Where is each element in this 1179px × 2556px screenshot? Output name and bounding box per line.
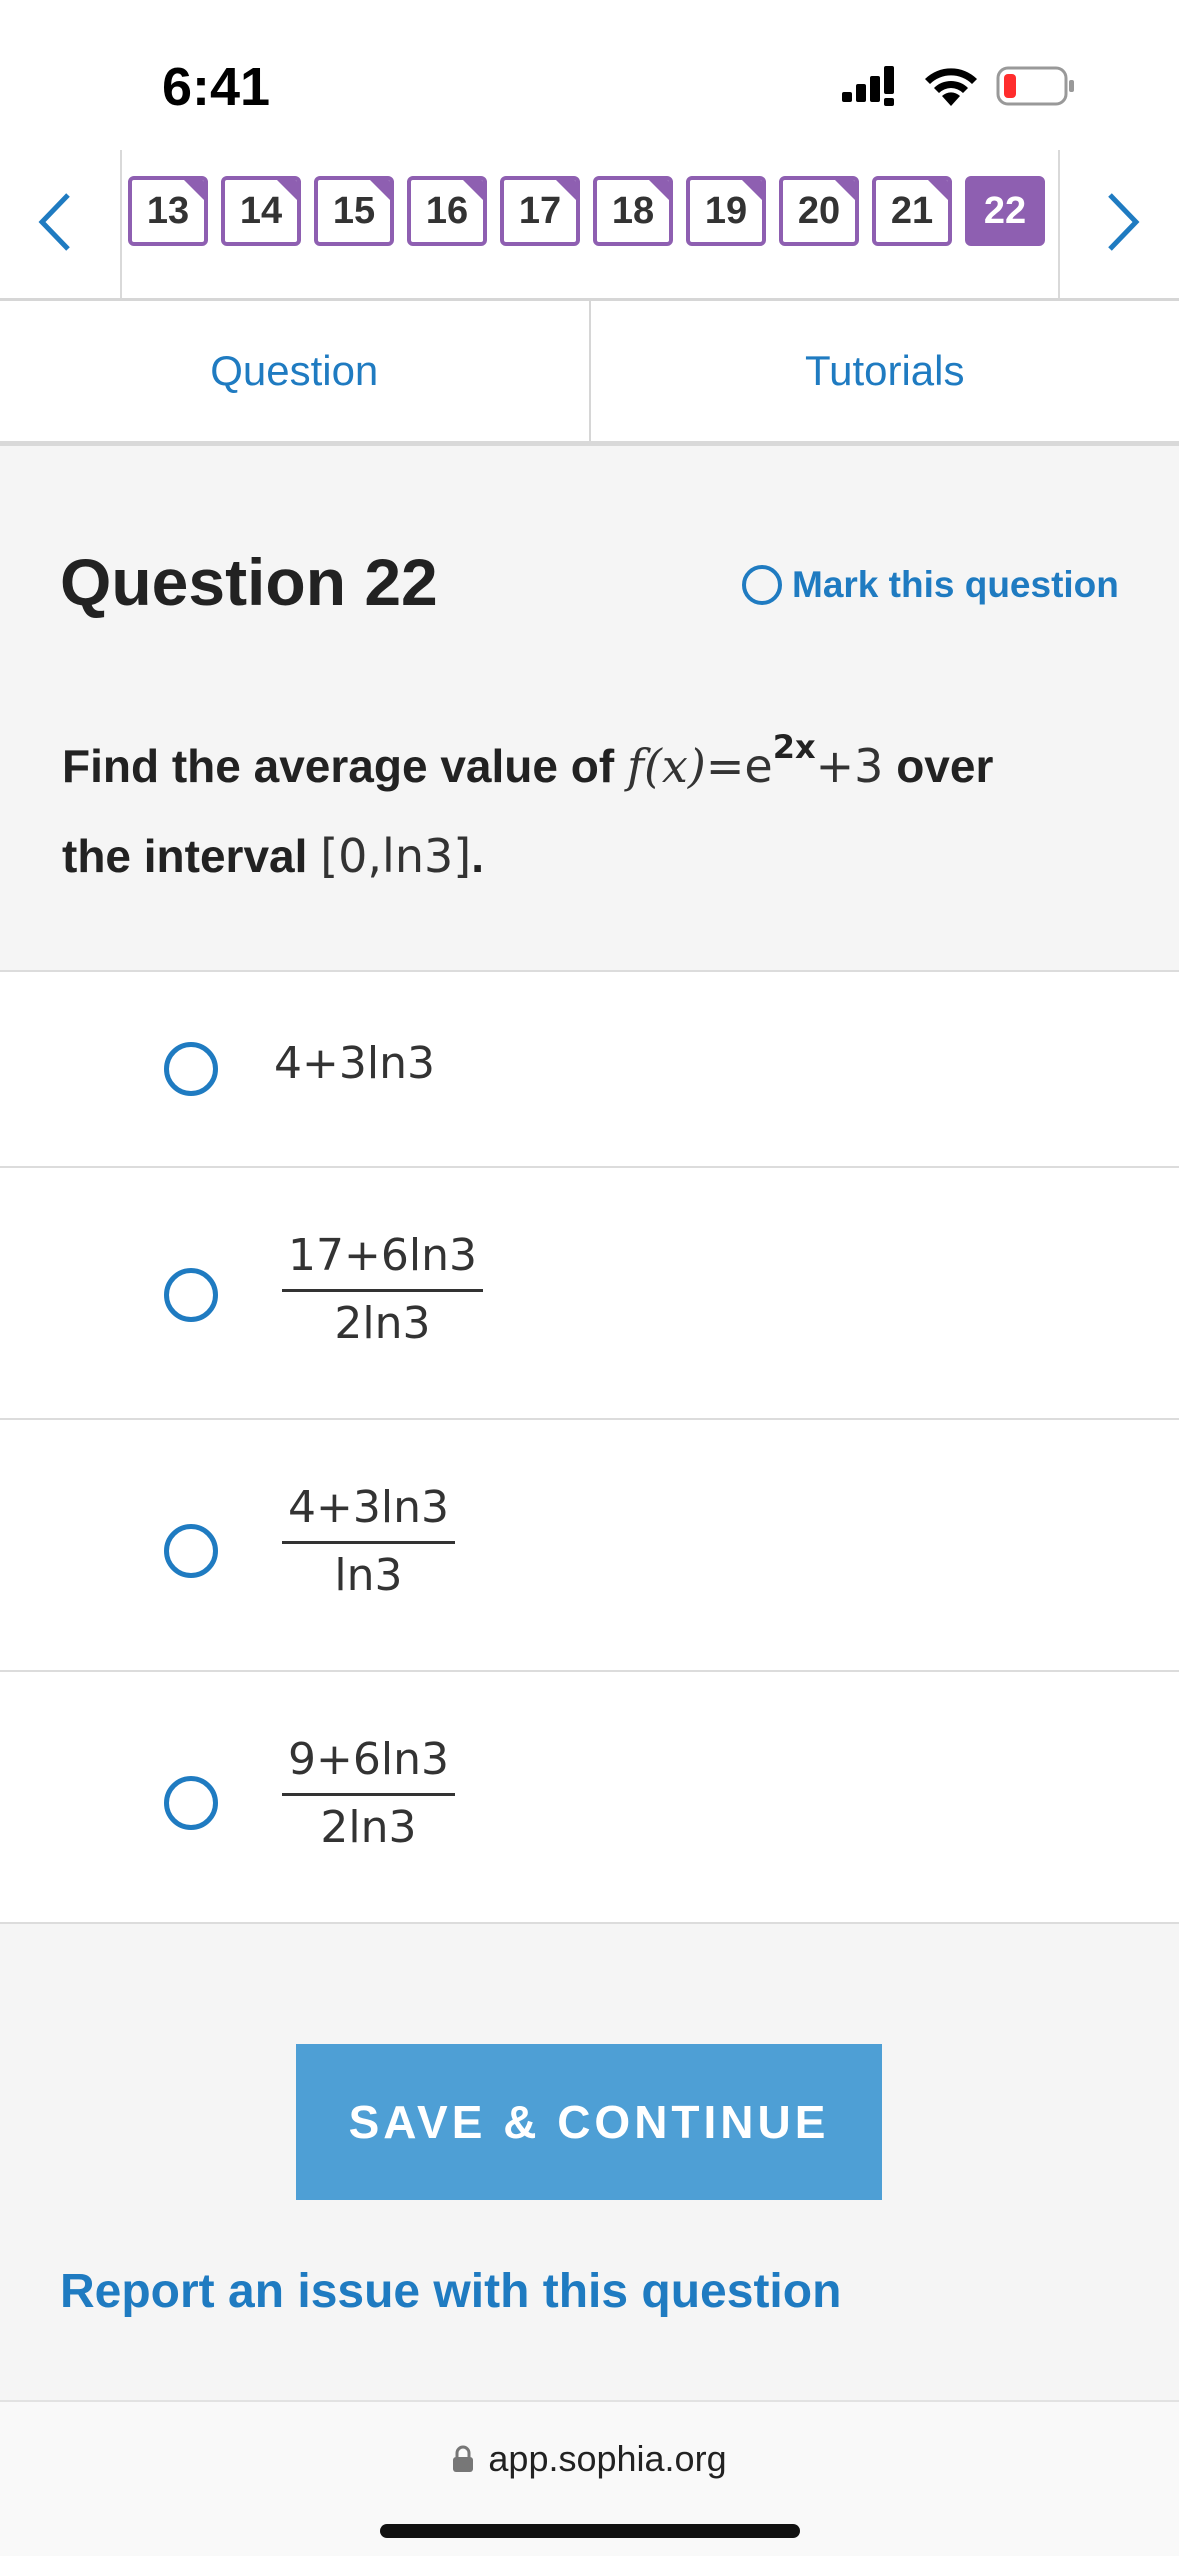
previous-arrow-icon[interactable] [24,174,84,270]
question-title: Question 22 [60,545,438,619]
answer-option-3[interactable]: 4+3ln3 ln3 [0,1420,1179,1672]
option-1-text: 4+3ln3 [274,1038,435,1089]
question-header: Question 22 Mark this question Find the … [0,446,1179,972]
question-text-prefix: Find the average value of [62,740,615,792]
url-text: app.sophia.org [488,2438,727,2479]
browser-url-bar: app.sophia.org [0,2402,1179,2556]
question-text-line2: the interval [62,830,308,882]
math-function: f(x) [626,739,706,793]
question-text-mid: over [896,740,994,792]
question-number-15[interactable]: 15 [314,176,394,246]
mark-question-label: Mark this question [792,564,1119,605]
tab-question[interactable]: Question [0,301,589,441]
wifi-icon [925,68,977,106]
math-plus-three: +3 [815,739,884,793]
question-period: . [471,830,484,882]
question-number-18[interactable]: 18 [593,176,673,246]
lock-icon [453,2445,474,2472]
question-number-22-active[interactable]: 22 [965,176,1045,246]
mark-circle-icon [742,565,782,605]
radio-button[interactable] [164,1776,218,1830]
save-continue-button[interactable]: SAVE & CONTINUE [296,2044,882,2200]
fraction-denominator: ln3 [334,1550,403,1601]
math-equals: = [705,739,745,793]
option-2-fraction: 17+6ln3 2ln3 [282,1230,483,1349]
status-time: 6:41 [162,57,271,117]
question-number-strip: 13 14 15 16 17 18 19 20 21 22 [120,150,1060,298]
math-interval: [0,ln3] [320,829,472,883]
math-exponent: 2x [772,728,816,766]
question-number-13[interactable]: 13 [128,176,208,246]
question-footer: SAVE & CONTINUE Report an issue with thi… [0,1924,1179,2402]
fraction-numerator: 4+3ln3 [282,1482,455,1544]
fraction-denominator: 2ln3 [320,1802,417,1853]
fraction-numerator: 17+6ln3 [282,1230,483,1292]
answer-option-1[interactable]: 4+3ln3 [0,972,1179,1168]
answer-option-4[interactable]: 9+6ln3 2ln3 [0,1672,1179,1924]
answer-option-2[interactable]: 17+6ln3 2ln3 [0,1168,1179,1420]
question-number-21[interactable]: 21 [872,176,952,246]
option-3-fraction: 4+3ln3 ln3 [282,1482,455,1601]
home-indicator[interactable] [380,2524,800,2538]
report-issue-link[interactable]: Report an issue with this question [60,2264,841,2319]
mark-question-button[interactable]: Mark this question [742,564,1119,606]
radio-button[interactable] [164,1268,218,1322]
question-number-19[interactable]: 19 [686,176,766,246]
question-number-20[interactable]: 20 [779,176,859,246]
cellular-signal-icon [842,66,894,106]
option-4-fraction: 9+6ln3 2ln3 [282,1734,455,1853]
battery-icon [996,66,1074,106]
url-display[interactable]: app.sophia.org [0,2438,1179,2480]
fraction-denominator: 2ln3 [334,1298,431,1349]
question-navigator: 13 14 15 16 17 18 19 20 21 22 [0,150,1179,298]
question-number-16[interactable]: 16 [407,176,487,246]
question-number-14[interactable]: 14 [221,176,301,246]
math-base: e [744,739,773,793]
next-arrow-icon[interactable] [1094,174,1154,270]
tab-tutorials[interactable]: Tutorials [588,301,1179,441]
tab-bar: Question Tutorials [0,298,1179,446]
question-number-17[interactable]: 17 [500,176,580,246]
radio-button[interactable] [164,1042,218,1096]
status-bar: 6:41 [0,0,1179,150]
radio-button[interactable] [164,1524,218,1578]
fraction-numerator: 9+6ln3 [282,1734,455,1796]
question-text: Find the average value of f(x)=e2x+3 ove… [62,702,1122,901]
